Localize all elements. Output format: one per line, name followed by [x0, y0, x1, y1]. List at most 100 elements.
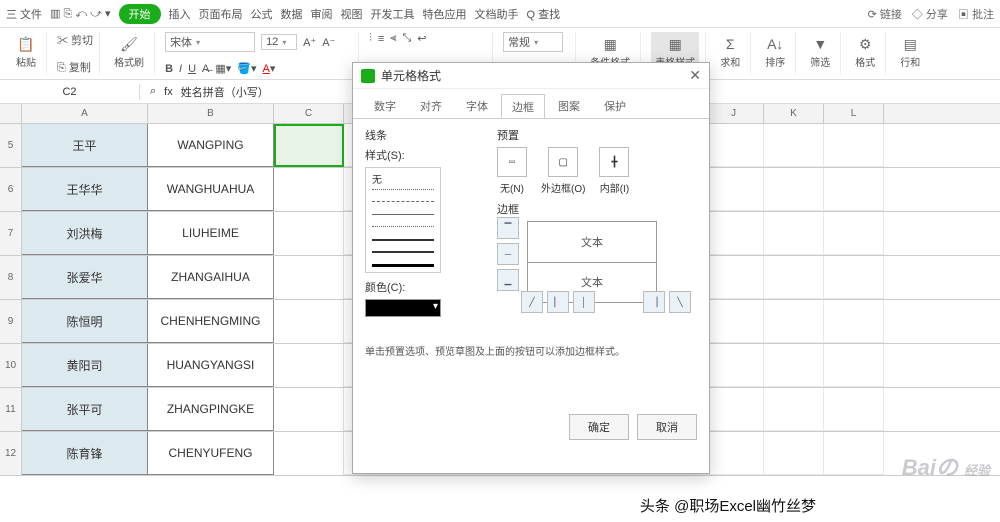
- border-diag1-btn[interactable]: ╱: [521, 291, 543, 313]
- tab-view[interactable]: 视图: [341, 6, 363, 22]
- cell[interactable]: 王华华: [22, 168, 148, 211]
- wrap-icon[interactable]: ↩: [417, 32, 426, 45]
- border-bot-btn[interactable]: ▁: [497, 269, 519, 291]
- cell[interactable]: [824, 344, 884, 387]
- cell[interactable]: [274, 344, 344, 387]
- sum-button[interactable]: Σ求和: [716, 32, 744, 71]
- link-btn[interactable]: ⟳ 链接: [868, 6, 902, 22]
- number-format[interactable]: 常规: [503, 32, 563, 52]
- col-header[interactable]: L: [824, 104, 884, 123]
- cell[interactable]: 张爱华: [22, 256, 148, 299]
- cell[interactable]: [274, 388, 344, 431]
- inc-font-icon[interactable]: A⁺: [303, 36, 316, 49]
- cell[interactable]: [704, 300, 764, 343]
- cell[interactable]: [274, 124, 344, 167]
- tab-data[interactable]: 数据: [281, 6, 303, 22]
- close-icon[interactable]: ✕: [689, 67, 701, 84]
- tab-home[interactable]: 开始: [119, 4, 161, 24]
- border-vmid-btn[interactable]: │: [573, 291, 595, 313]
- tab-layout[interactable]: 页面布局: [199, 6, 243, 22]
- cell[interactable]: LIUHEIME: [148, 212, 274, 255]
- cell[interactable]: [274, 256, 344, 299]
- size-select[interactable]: 12: [261, 34, 297, 50]
- paste-button[interactable]: 📋粘贴: [12, 32, 40, 71]
- cell[interactable]: ZHANGAIHUA: [148, 256, 274, 299]
- copy-button[interactable]: ⎘ 复制: [57, 59, 91, 75]
- underline-icon[interactable]: U: [188, 63, 196, 75]
- cell[interactable]: [824, 168, 884, 211]
- align-top-icon[interactable]: ⫶: [369, 32, 372, 45]
- cell[interactable]: HUANGYANGSI: [148, 344, 274, 387]
- select-all[interactable]: [0, 104, 22, 123]
- cell[interactable]: [764, 300, 824, 343]
- qat-icon[interactable]: ▥ ⎘ ⤺ ⤻ ▾: [50, 7, 110, 21]
- cell[interactable]: 王平: [22, 124, 148, 167]
- tab-dochelper[interactable]: 文档助手: [475, 6, 519, 22]
- preset-outer[interactable]: ▢外边框(O): [541, 147, 585, 195]
- dialog-tab[interactable]: 保护: [593, 93, 637, 118]
- format-painter[interactable]: 🖌格式刷: [110, 32, 148, 71]
- tab-special[interactable]: 特色应用: [423, 6, 467, 22]
- cell[interactable]: [824, 212, 884, 255]
- preset-inner[interactable]: ╋内部(I): [599, 147, 629, 195]
- line-style-list[interactable]: [365, 167, 441, 273]
- row-header[interactable]: 10: [0, 344, 22, 387]
- cell[interactable]: [274, 300, 344, 343]
- share-btn[interactable]: ◇ 分享: [912, 6, 948, 22]
- cell[interactable]: [764, 256, 824, 299]
- fill-icon[interactable]: 🪣▾: [237, 62, 256, 75]
- col-header[interactable]: J: [704, 104, 764, 123]
- cell[interactable]: ZHANGPINGKE: [148, 388, 274, 431]
- border-mid-btn[interactable]: ─: [497, 243, 519, 265]
- cut-button[interactable]: ✂ 剪切: [57, 32, 93, 48]
- cell[interactable]: [764, 124, 824, 167]
- color-select[interactable]: [365, 299, 441, 317]
- ok-button[interactable]: 确定: [569, 414, 629, 440]
- cell[interactable]: [824, 388, 884, 431]
- bold-icon[interactable]: B: [165, 63, 173, 75]
- cell[interactable]: WANGHUAHUA: [148, 168, 274, 211]
- border-icon[interactable]: ▦▾: [215, 62, 231, 75]
- dec-font-icon[interactable]: A⁻: [322, 36, 335, 49]
- align-mid-icon[interactable]: ≡: [378, 33, 384, 45]
- cell[interactable]: [824, 300, 884, 343]
- cell[interactable]: [704, 124, 764, 167]
- col-header[interactable]: B: [148, 104, 274, 123]
- strike-icon[interactable]: A̶: [202, 63, 209, 75]
- cell[interactable]: 黄阳司: [22, 344, 148, 387]
- search[interactable]: Q 查找: [527, 6, 561, 22]
- cell[interactable]: CHENHENGMING: [148, 300, 274, 343]
- cell[interactable]: CHENYUFENG: [148, 432, 274, 475]
- cell[interactable]: [764, 388, 824, 431]
- cell[interactable]: [274, 432, 344, 475]
- cell[interactable]: 刘洪梅: [22, 212, 148, 255]
- align-bot-icon[interactable]: ⫷: [390, 32, 396, 45]
- dialog-tab[interactable]: 对齐: [409, 93, 453, 118]
- font-color-icon[interactable]: A▾: [263, 62, 276, 75]
- preset-none[interactable]: ▫▫无(N): [497, 147, 527, 195]
- cell[interactable]: [824, 432, 884, 475]
- filter-button[interactable]: ▼筛选: [806, 32, 834, 71]
- name-box[interactable]: C2: [0, 84, 140, 100]
- cell[interactable]: [764, 432, 824, 475]
- col-header[interactable]: A: [22, 104, 148, 123]
- cell[interactable]: [764, 344, 824, 387]
- italic-icon[interactable]: I: [179, 63, 182, 75]
- sort-button[interactable]: A↓排序: [761, 32, 789, 71]
- cell[interactable]: WANGPING: [148, 124, 274, 167]
- cell[interactable]: [704, 432, 764, 475]
- cell[interactable]: [764, 212, 824, 255]
- orient-icon[interactable]: ⤡: [402, 32, 411, 45]
- cell[interactable]: [704, 256, 764, 299]
- cancel-button[interactable]: 取消: [637, 414, 697, 440]
- border-right-btn[interactable]: ▕: [643, 291, 665, 313]
- border-left-btn[interactable]: ▏: [547, 291, 569, 313]
- row-header[interactable]: 9: [0, 300, 22, 343]
- row-header[interactable]: 7: [0, 212, 22, 255]
- tab-insert[interactable]: 插入: [169, 6, 191, 22]
- dialog-tab[interactable]: 数字: [363, 93, 407, 118]
- cell[interactable]: [824, 256, 884, 299]
- cell[interactable]: [274, 168, 344, 211]
- tab-review[interactable]: 审阅: [311, 6, 333, 22]
- dialog-tab[interactable]: 图案: [547, 93, 591, 118]
